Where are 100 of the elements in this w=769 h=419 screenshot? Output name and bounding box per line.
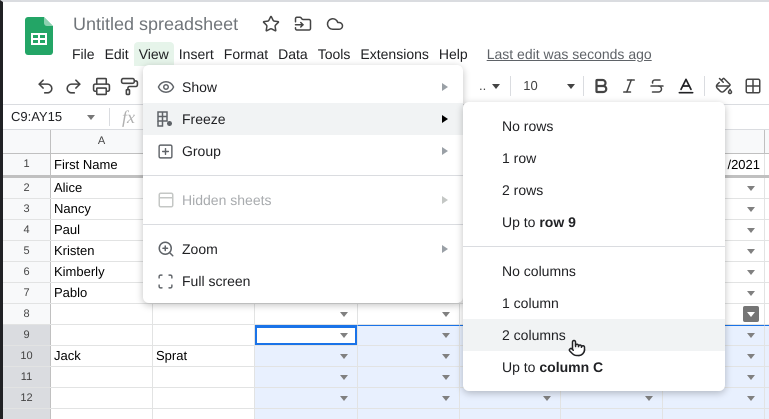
row-header[interactable]: 12 <box>3 388 51 408</box>
menu-item[interactable]: No rows <box>463 110 725 142</box>
caret-icon <box>747 290 755 296</box>
dropdown-arrow-icon <box>645 396 653 400</box>
caret-icon <box>747 374 755 380</box>
caret-icon <box>747 270 755 274</box>
menu-item[interactable]: 2 columns <box>463 319 725 351</box>
menu-item[interactable]: Format <box>218 42 274 66</box>
submenu-arrow-icon <box>442 83 448 91</box>
menu-item[interactable]: Extensions <box>355 42 434 66</box>
dropdown-arrow-icon <box>442 396 450 400</box>
dropdown-arrow-icon[interactable] <box>747 374 755 380</box>
row-header[interactable]: 11 <box>3 367 51 387</box>
caret-icon <box>87 114 95 120</box>
fullscreen-icon <box>157 272 174 290</box>
submenu-arrow-icon <box>442 115 448 123</box>
table-cell[interactable] <box>358 325 460 345</box>
dropdown-arrow-icon[interactable] <box>747 290 755 296</box>
dropdown-arrow-icon <box>442 354 450 358</box>
table-cell[interactable]: Jack <box>51 346 153 366</box>
text-color-icon[interactable] <box>676 76 696 96</box>
print-icon[interactable] <box>92 76 111 96</box>
dropdown-arrow-icon[interactable] <box>747 206 755 212</box>
font-field[interactable]: .. <box>479 76 486 96</box>
dropdown-arrow-icon[interactable] <box>747 270 755 274</box>
row-header[interactable]: 8 <box>3 304 51 324</box>
freeze-grid-icon <box>157 111 173 127</box>
caret-icon <box>747 248 755 254</box>
name-box[interactable]: C9:AY15 <box>3 107 103 127</box>
paint-format-icon[interactable] <box>120 76 139 96</box>
caret-icon <box>747 206 755 212</box>
menu-item[interactable]: Edit <box>100 42 134 66</box>
dropdown-arrow-icon <box>340 374 348 380</box>
undo-icon[interactable] <box>36 76 55 96</box>
fx-label: fx <box>122 106 135 129</box>
last-edit-link[interactable]: Last edit was seconds ago <box>486 44 652 64</box>
menu-item[interactable]: Up to row 9 <box>463 206 725 238</box>
row-header[interactable]: 2 <box>3 178 51 198</box>
menu-item[interactable]: Help <box>434 42 473 66</box>
hand-cursor-icon <box>568 339 586 357</box>
dropdown-arrow-icon <box>442 374 450 380</box>
fill-color-icon[interactable] <box>715 77 734 95</box>
row-header[interactable]: 6 <box>3 262 51 282</box>
caret-icon <box>747 186 755 190</box>
dropdown-arrow-icon[interactable] <box>747 186 755 190</box>
caret-icon <box>492 84 500 88</box>
row-header[interactable]: 7 <box>3 283 51 303</box>
menu-item[interactable]: 1 row <box>463 142 725 174</box>
dropdown-arrow-icon[interactable] <box>747 248 755 254</box>
strikethrough-icon[interactable] <box>648 77 666 95</box>
dropdown-arrow-icon <box>543 396 551 400</box>
cloud-icon[interactable] <box>326 15 344 33</box>
borders-icon[interactable] <box>744 77 762 95</box>
menu-item[interactable]: 1 column <box>463 287 725 319</box>
menu-item[interactable]: View <box>134 42 174 66</box>
caret-icon <box>747 354 755 358</box>
dropdown-arrow-icon <box>340 312 348 316</box>
sheets-logo-icon <box>25 17 53 55</box>
menu-item[interactable]: Tools <box>312 42 356 66</box>
zoom-in-icon <box>157 240 175 258</box>
submenu-arrow-icon <box>442 245 448 253</box>
submenu-arrow-icon <box>442 147 448 155</box>
dropdown-arrow-icon[interactable] <box>747 354 755 358</box>
dropdown-arrow-icon <box>747 312 755 316</box>
menu-item[interactable]: No columns <box>463 255 725 287</box>
folder-move-icon[interactable] <box>294 15 312 33</box>
caret-icon <box>747 396 755 400</box>
dropdown-arrow-icon[interactable] <box>747 333 755 338</box>
dropdown-arrow-icon <box>340 396 348 400</box>
menu-item[interactable]: 2 rows <box>463 174 725 206</box>
caret-icon <box>567 84 576 88</box>
table-cell[interactable] <box>255 325 358 345</box>
menu-item[interactable]: Freeze <box>143 103 463 135</box>
row-header[interactable]: 10 <box>3 346 51 366</box>
star-icon[interactable] <box>262 15 280 33</box>
menu-item[interactable]: File <box>67 42 100 66</box>
row-header[interactable]: 9 <box>3 325 51 345</box>
row-header[interactable]: 3 <box>3 199 51 219</box>
dropdown-button[interactable] <box>743 306 759 322</box>
document-title[interactable]: Untitled spreadsheet <box>73 10 238 38</box>
dropdown-arrow-icon <box>340 354 348 358</box>
submenu-arrow-icon <box>442 196 448 204</box>
dropdown-arrow-icon <box>442 333 450 338</box>
menu-item[interactable]: Data <box>273 42 313 66</box>
row-header[interactable]: 4 <box>3 220 51 240</box>
sheet-icon <box>157 191 175 209</box>
row-header[interactable]: 1 <box>3 154 51 175</box>
caret-icon <box>747 333 755 338</box>
dropdown-arrow-icon[interactable] <box>747 228 755 232</box>
dropdown-arrow-icon[interactable] <box>747 396 755 400</box>
plus-square-icon <box>157 142 174 160</box>
menu-item[interactable]: Up to column C <box>463 351 725 383</box>
eye-icon <box>157 78 175 96</box>
dropdown-arrow-icon <box>340 333 348 338</box>
menu-item[interactable]: Show <box>143 71 463 103</box>
redo-icon[interactable] <box>64 76 83 96</box>
caret-icon <box>747 228 755 232</box>
menu-item[interactable]: Insert <box>174 42 219 66</box>
row-header[interactable]: 5 <box>3 241 51 261</box>
font-size-field[interactable]: 10 <box>517 76 576 96</box>
